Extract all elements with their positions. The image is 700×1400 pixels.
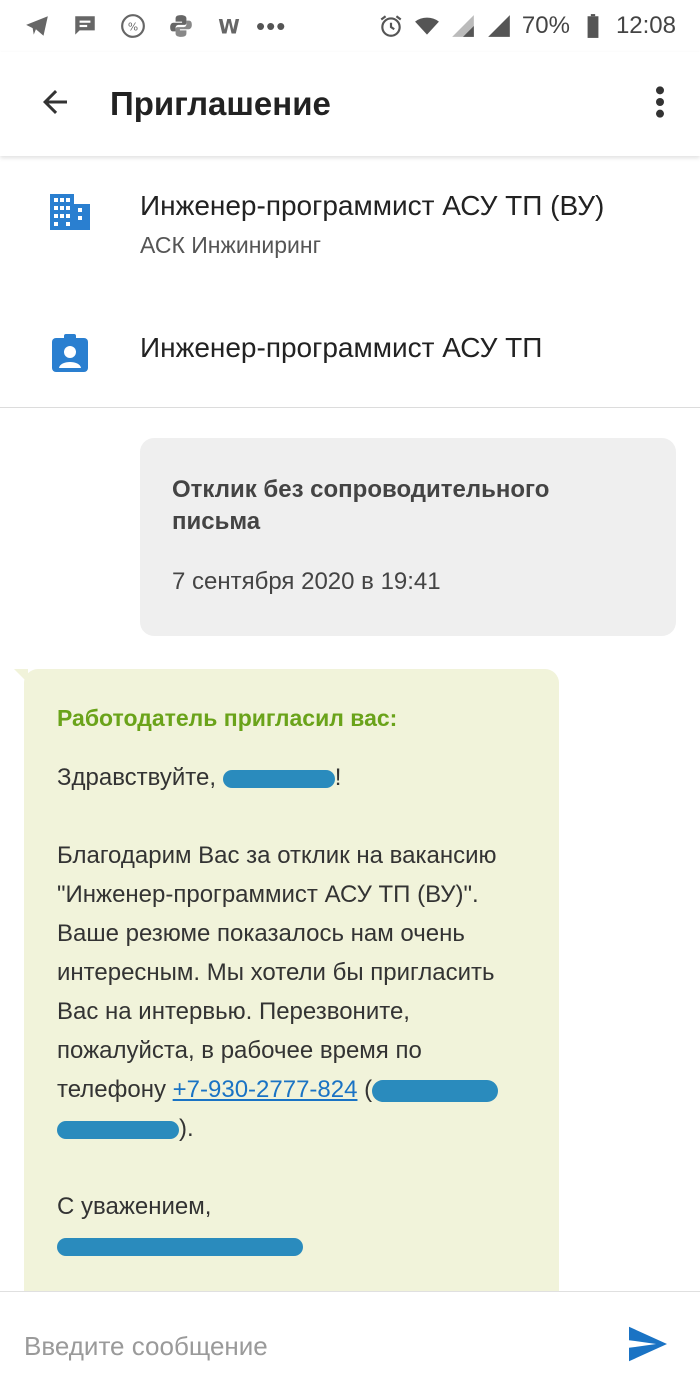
invitation-header: Работодатель пригласил вас: xyxy=(57,705,398,731)
svg-text:%: % xyxy=(128,20,138,33)
regards-line: С уважением, xyxy=(57,1187,525,1226)
battery-percent: 70% xyxy=(521,12,570,39)
paren-close: ). xyxy=(179,1115,194,1142)
python-icon xyxy=(168,13,194,39)
back-button[interactable] xyxy=(0,52,110,156)
incoming-message: Работодатель пригласил вас: Здравствуйте… xyxy=(24,669,559,1291)
more-vert-icon xyxy=(655,85,665,124)
telegram-icon xyxy=(24,13,50,39)
more-notifications: ••• xyxy=(256,10,287,41)
resume-title: Инженер-программист АСУ ТП xyxy=(140,332,543,363)
vacancy-row[interactable]: Инженер-программист АСУ ТП (ВУ) АСК Инжи… xyxy=(0,190,700,259)
redacted-name xyxy=(222,769,335,788)
message-icon xyxy=(72,13,98,39)
signal-sim2-icon xyxy=(486,13,512,39)
redacted-contact-2 xyxy=(57,1120,179,1139)
greeting-line: Здравствуйте, ! xyxy=(57,758,525,797)
message-body: Благодарим Вас за отклик на вакансию "Ин… xyxy=(57,836,525,1148)
signature-line xyxy=(57,1226,525,1265)
body-text: Благодарим Вас за отклик на вакансию "Ин… xyxy=(57,842,497,1103)
compose-bar xyxy=(0,1291,700,1400)
phone-link[interactable]: +7-930-2777-824 xyxy=(173,1076,358,1103)
paren-open: ( xyxy=(357,1076,373,1103)
resume-badge-icon xyxy=(0,332,140,372)
signal-sim1-icon xyxy=(450,13,476,39)
percent-badge-icon: % xyxy=(120,13,146,39)
more-options-button[interactable] xyxy=(620,52,700,156)
response-text: Отклик без сопроводительного письма xyxy=(172,476,550,535)
redacted-contact xyxy=(372,1079,499,1102)
outgoing-message: Отклик без сопроводительного письма 7 се… xyxy=(140,438,676,636)
app-bar: Приглашение xyxy=(0,52,700,156)
clock: 12:08 xyxy=(615,12,676,39)
conversation-header: Инженер-программист АСУ ТП (ВУ) АСК Инжи… xyxy=(0,156,700,408)
message-list[interactable]: Отклик без сопроводительного письма 7 се… xyxy=(0,409,700,1291)
greeting-end: ! xyxy=(334,764,342,791)
alarm-icon xyxy=(378,13,404,39)
vacancy-title: Инженер-программист АСУ ТП (ВУ) xyxy=(140,190,605,221)
battery-icon xyxy=(580,13,606,39)
wifi-icon xyxy=(414,13,440,39)
message-input[interactable] xyxy=(24,1330,584,1362)
greeting-text: Здравствуйте, xyxy=(57,764,223,791)
status-bar: % W ••• 70% 12:08 xyxy=(0,0,700,52)
vk-icon: W xyxy=(216,13,242,39)
redacted-signature xyxy=(57,1237,303,1256)
svg-text:W: W xyxy=(218,16,240,39)
resume-row[interactable]: Инженер-программист АСУ ТП xyxy=(0,332,700,372)
regards-text: С уважением, xyxy=(57,1193,212,1220)
page-title: Приглашение xyxy=(110,85,331,122)
send-icon xyxy=(627,1325,669,1368)
send-button[interactable] xyxy=(624,1322,672,1370)
company-name: АСК Инжиниринг xyxy=(140,232,321,258)
company-building-icon xyxy=(0,190,140,259)
message-date: 7 сентября 2020 в 19:41 xyxy=(172,568,441,595)
arrow-back-icon xyxy=(37,84,73,125)
